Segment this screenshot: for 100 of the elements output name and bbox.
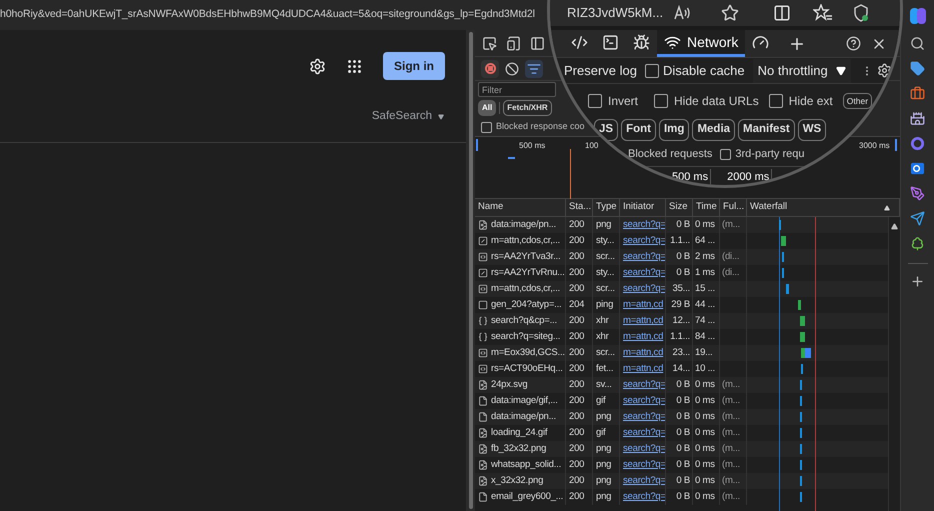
filter-chip[interactable]: All <box>478 100 496 116</box>
caret-icon <box>836 66 846 76</box>
tree-icon[interactable] <box>910 236 925 251</box>
table-cell-text: (m... <box>722 474 740 488</box>
safesearch-dropdown[interactable]: SafeSearch <box>372 108 444 126</box>
initiator-link[interactable]: search?q= <box>623 282 665 296</box>
column-header[interactable]: Type <box>593 199 620 216</box>
initiator-link[interactable]: search?q= <box>623 426 665 440</box>
preserve-log-label[interactable]: Preserve log <box>564 60 637 80</box>
ring-logo-icon[interactable] <box>910 136 925 151</box>
initiator-link[interactable]: search?q= <box>623 234 665 248</box>
file-icon <box>478 316 488 326</box>
chess-icon[interactable] <box>910 111 925 126</box>
initiator-link[interactable]: search?q= <box>623 474 665 488</box>
file-icon <box>478 332 488 342</box>
device-icon[interactable] <box>506 36 521 50</box>
waterfall-bar <box>800 332 805 342</box>
initiator-link[interactable]: search?q= <box>623 442 665 456</box>
checkbox[interactable] <box>720 148 732 160</box>
table-cell-text: (m... <box>722 458 740 472</box>
filter-chip[interactable]: Fetch/XHR <box>503 100 552 116</box>
dock-icon[interactable] <box>530 36 545 50</box>
file-icon <box>478 252 488 262</box>
sort-icon[interactable] <box>884 204 890 210</box>
filter-field[interactable]: Filter <box>478 82 556 97</box>
sign-in-button[interactable]: Sign in <box>383 52 445 80</box>
checkbox-label: Disable cache <box>662 62 745 80</box>
shield-icon[interactable] <box>853 4 870 22</box>
split-screen-icon[interactable] <box>773 4 792 22</box>
address-text[interactable]: h0hoRiy&ved=0ahUKEwjT_srAsNWFAxW0BdsEHbhwB9MQ4dUDCA4&uact=5&oq=siteground&gs_lp=Egdnd3Mtd2l <box>0 7 535 23</box>
read-aloud-icon[interactable] <box>673 5 692 21</box>
checkbox-label: Hide data URLs <box>674 93 759 110</box>
filter-chip[interactable]: Font <box>621 119 656 141</box>
initiator-link[interactable]: search?q= <box>623 490 665 504</box>
devtools-tab[interactable]: Network <box>657 30 746 57</box>
settings-icon[interactable] <box>876 63 892 78</box>
initiator-link[interactable]: search?q= <box>623 458 665 472</box>
table-cell: 0 ms <box>693 489 720 505</box>
toolbox-icon[interactable] <box>910 86 925 101</box>
copilot-logo-icon[interactable] <box>908 6 928 26</box>
initiator-link[interactable]: search?q= <box>623 266 665 280</box>
checkbox[interactable] <box>481 122 492 132</box>
timeline-marker <box>570 149 571 199</box>
column-header[interactable]: Initiator <box>620 199 666 216</box>
filter-chip[interactable]: JS <box>594 119 618 141</box>
favorites-icon[interactable] <box>813 4 834 22</box>
checkbox[interactable] <box>588 94 602 108</box>
scroll-up-icon[interactable] <box>891 223 898 230</box>
file-icon <box>478 412 488 422</box>
search-icon[interactable] <box>910 36 925 51</box>
add-icon[interactable] <box>910 274 925 289</box>
pen-icon[interactable] <box>910 186 925 201</box>
table-scrollbar[interactable] <box>888 217 900 511</box>
initiator-link[interactable]: search?q= <box>623 378 665 392</box>
apps-grid-icon[interactable] <box>346 58 363 74</box>
tag-icon[interactable] <box>910 61 925 76</box>
page-scrollbar[interactable] <box>466 30 475 511</box>
checkbox[interactable] <box>768 94 783 108</box>
column-header[interactable]: Name <box>475 199 566 216</box>
table-cell[interactable]: email_grey600_... <box>475 489 566 505</box>
help-icon[interactable] <box>846 36 862 51</box>
table-cell-text: (m... <box>722 442 740 456</box>
send-icon[interactable] <box>910 211 925 226</box>
filter-chip[interactable]: Manifest <box>738 119 795 141</box>
file-icon <box>478 268 488 278</box>
initiator-link[interactable]: m=attn,cd <box>623 298 664 312</box>
clear-icon[interactable] <box>505 62 519 76</box>
timeline-handle[interactable] <box>476 139 478 151</box>
favorite-star-icon[interactable] <box>721 4 740 22</box>
file-icon <box>478 220 488 230</box>
table-cell-text: (m... <box>722 394 740 408</box>
waterfall-bar <box>801 348 811 358</box>
checkbox[interactable] <box>644 64 659 78</box>
filter-chip[interactable]: WS <box>798 119 826 141</box>
mail-app-icon[interactable] <box>910 161 925 176</box>
filter-chip[interactable]: Img <box>658 119 690 141</box>
initiator-link[interactable]: search?q= <box>623 410 665 424</box>
inspect-icon[interactable] <box>482 36 497 50</box>
column-header[interactable]: Size <box>666 199 693 216</box>
initiator-link[interactable]: search?q= <box>623 394 665 408</box>
table-cell: 200 <box>566 489 593 505</box>
checkbox[interactable] <box>654 94 668 108</box>
filter-chip[interactable]: Other <box>842 93 872 109</box>
settings-icon[interactable] <box>309 58 326 74</box>
record-button[interactable] <box>481 60 499 78</box>
initiator-link[interactable]: m=attn,cd <box>623 314 664 328</box>
column-header[interactable]: Ful... <box>720 199 747 216</box>
column-header[interactable]: Sta... <box>566 199 593 216</box>
initiator-link[interactable]: m=attn,cd <box>623 346 664 360</box>
initiator-link[interactable]: m=attn,cd <box>623 362 664 376</box>
filter-chip[interactable]: Media <box>692 119 736 141</box>
throttling-dropdown[interactable]: No throttling <box>752 58 851 82</box>
column-header[interactable]: Time <box>693 199 720 216</box>
initiator-link[interactable]: search?q= <box>623 250 665 264</box>
timeline-handle[interactable] <box>895 139 897 151</box>
table-cell-text: (m... <box>722 218 740 232</box>
initiator-link[interactable]: m=attn,cd <box>623 330 664 344</box>
initiator-link[interactable]: search?q= <box>623 218 665 232</box>
filter-toggle-icon[interactable] <box>525 60 543 78</box>
file-icon <box>478 364 488 374</box>
